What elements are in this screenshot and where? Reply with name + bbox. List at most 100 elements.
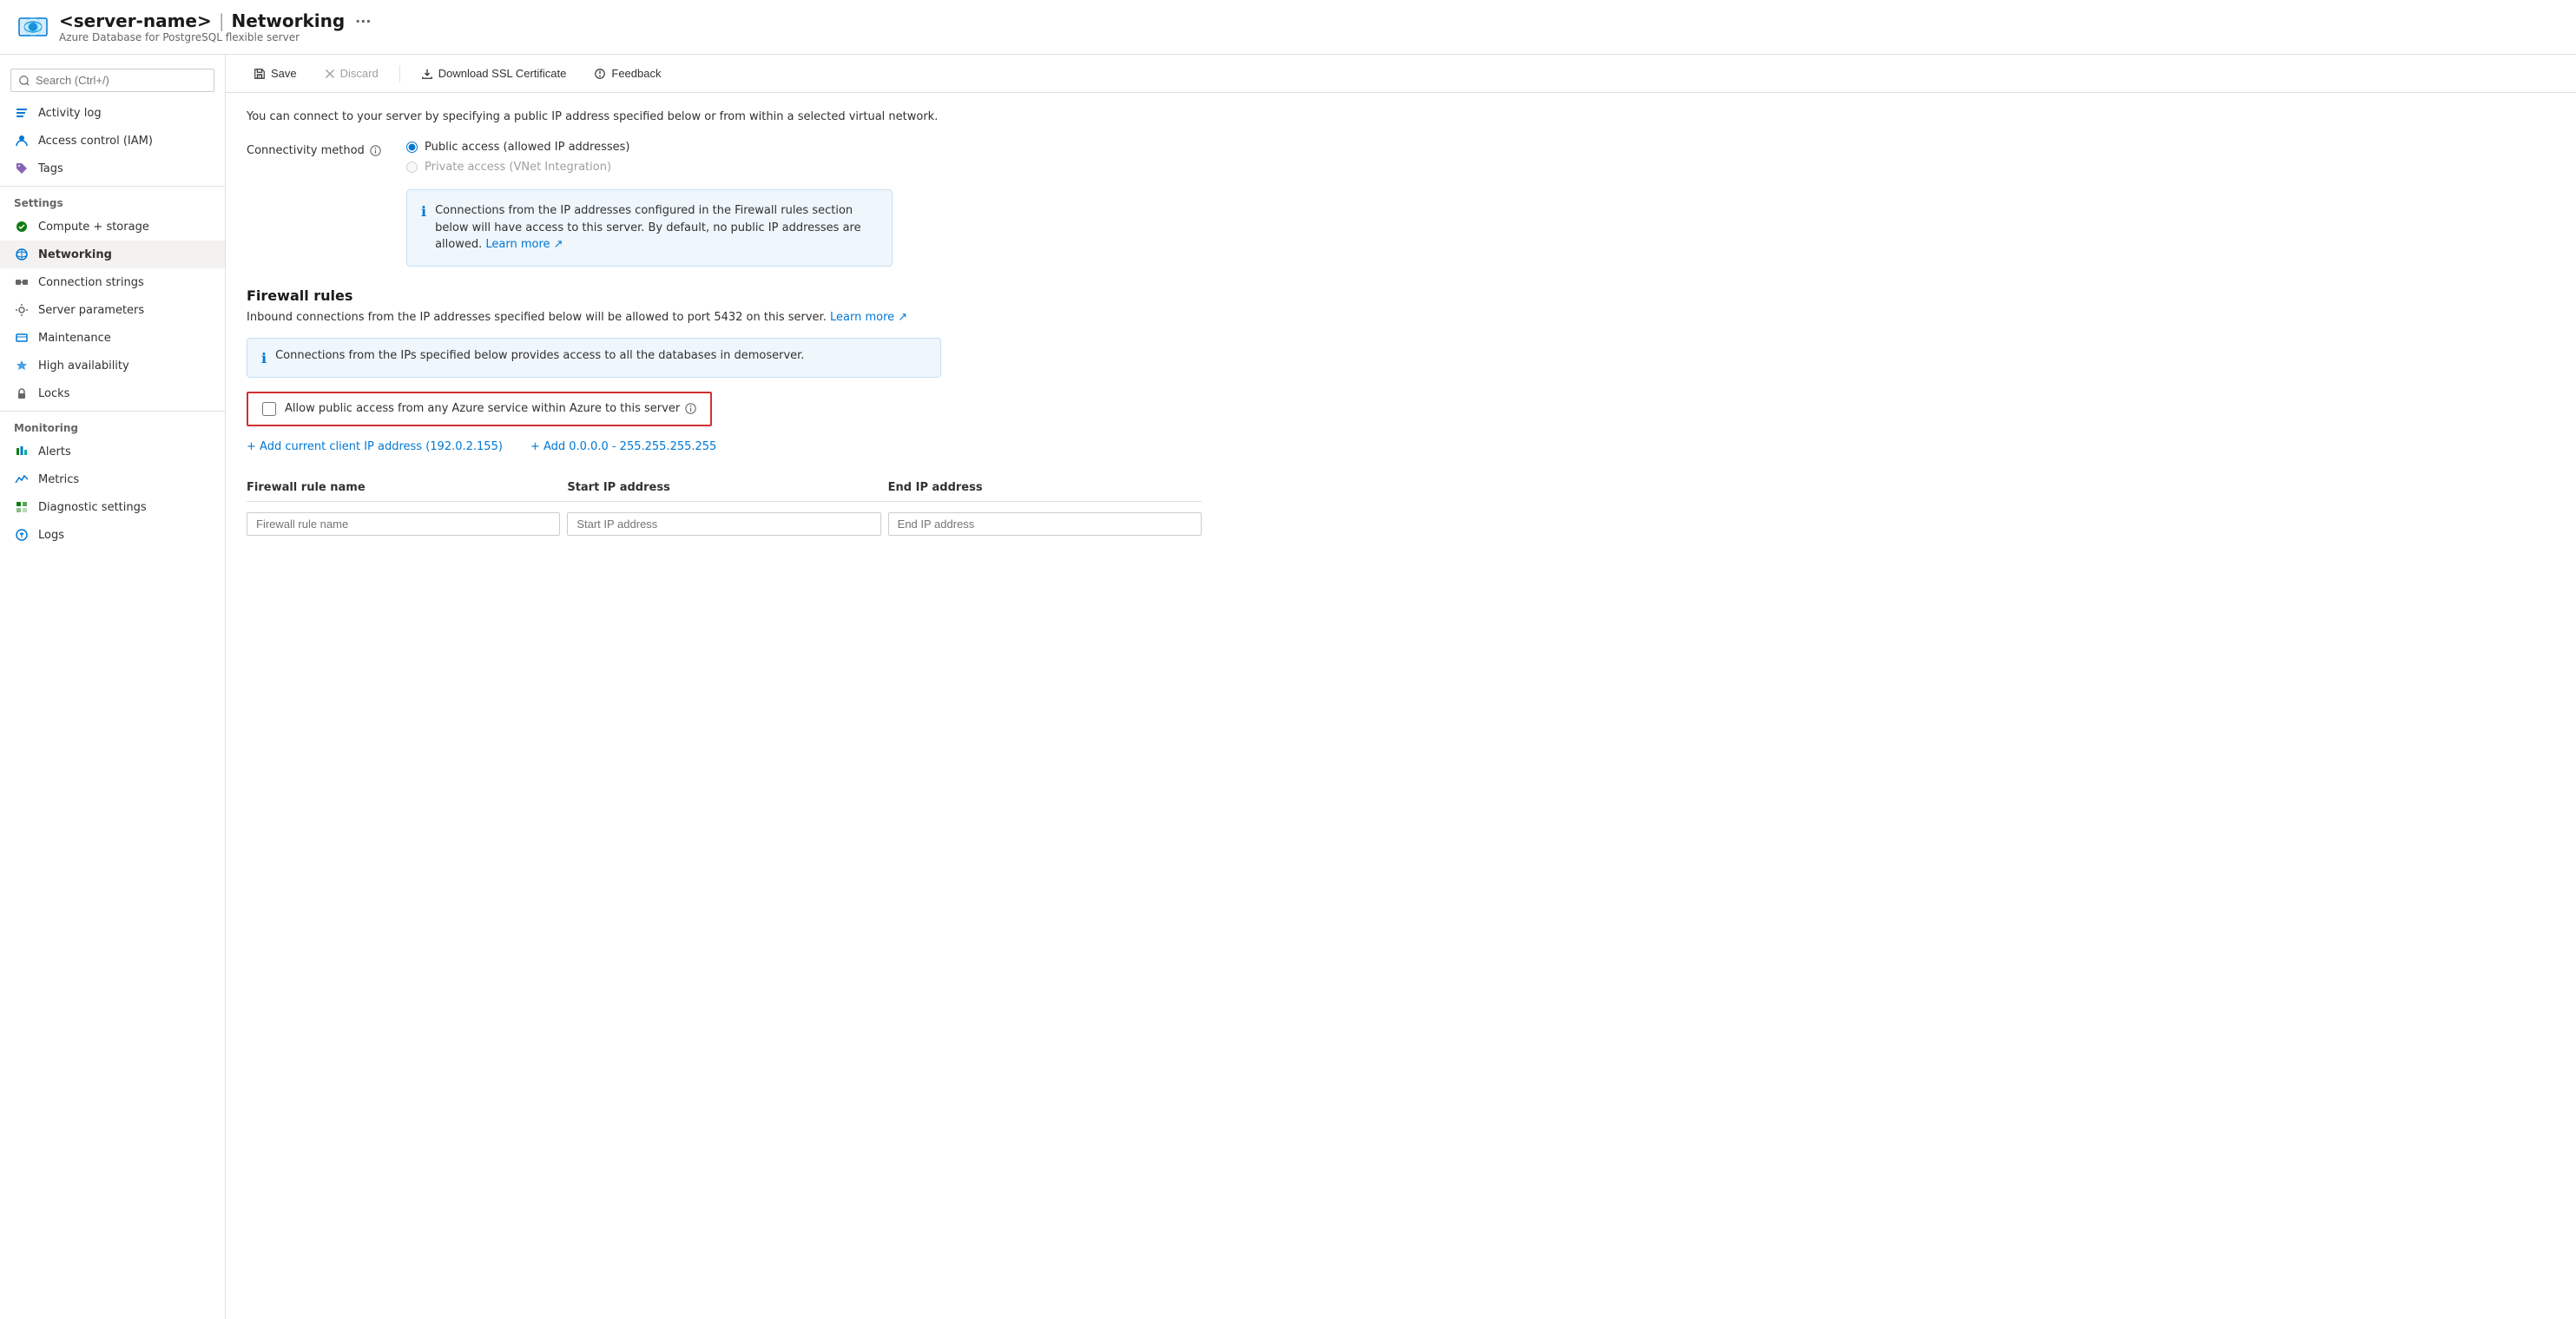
sidebar-item-compute-storage[interactable]: Compute + storage [0, 213, 225, 241]
public-access-option[interactable]: Public access (allowed IP addresses) [406, 141, 893, 154]
info-learn-more-link[interactable]: Learn more ↗ [485, 238, 563, 251]
header-subtitle: Azure Database for PostgreSQL flexible s… [59, 31, 371, 43]
discard-icon [325, 69, 335, 79]
info-icon: ℹ [421, 203, 426, 254]
page-title: <server-name> | Networking ··· [59, 10, 371, 31]
connectivity-label: Connectivity method [247, 141, 385, 157]
sidebar-item-maintenance[interactable]: Maintenance [0, 324, 225, 352]
sidebar-item-metrics[interactable]: Metrics [0, 465, 225, 493]
main-layout: Activity log Access control (IAM) Tags S… [0, 55, 2576, 1319]
save-button[interactable]: Save [247, 63, 304, 83]
sidebar-item-tags[interactable]: Tags [0, 155, 225, 182]
allow-azure-services-container: Allow public access from any Azure servi… [247, 392, 712, 426]
alerts-icon [14, 444, 30, 459]
settings-section-label: Settings [0, 186, 225, 213]
download-ssl-button[interactable]: Download SSL Certificate [414, 63, 574, 83]
firewall-rule-name-input[interactable] [247, 512, 560, 536]
sidebar-item-label: Maintenance [38, 332, 111, 345]
sidebar-item-high-availability[interactable]: High availability [0, 352, 225, 379]
add-links-container: + Add current client IP address (192.0.2… [247, 440, 2555, 453]
intro-text: You can connect to your server by specif… [247, 110, 1028, 123]
diagnostics-icon [14, 499, 30, 515]
sidebar-item-label: Connection strings [38, 276, 144, 289]
col-header-rule-name: Firewall rule name [247, 481, 560, 494]
sidebar-item-label: Logs [38, 529, 64, 542]
connectivity-info-icon [370, 145, 381, 156]
connectivity-info-box: ℹ Connections from the IP addresses conf… [406, 189, 893, 267]
firewall-rules-title: Firewall rules [247, 287, 2555, 304]
sidebar-search-container [0, 62, 225, 99]
maintenance-icon [14, 330, 30, 346]
sidebar-item-label: Tags [38, 162, 63, 175]
header-title-block: <server-name> | Networking ··· Azure Dat… [59, 10, 371, 43]
main-content: Save Discard Download SSL Certificate Fe… [226, 55, 2576, 1319]
firewall-end-ip-input[interactable] [888, 512, 1202, 536]
download-icon [421, 68, 433, 80]
connectivity-options: Public access (allowed IP addresses) Pri… [406, 141, 893, 267]
col-header-end-ip: End IP address [888, 481, 1202, 494]
firewall-info-box: ℹ Connections from the IPs specified bel… [247, 338, 941, 378]
sidebar-item-label: Alerts [38, 445, 71, 458]
sidebar-item-networking[interactable]: Networking [0, 241, 225, 268]
firewall-learn-more-link[interactable]: Learn more ↗ [830, 311, 907, 324]
iam-icon [14, 133, 30, 148]
feedback-icon [594, 68, 606, 80]
save-icon [254, 68, 266, 80]
toolbar-separator [399, 65, 400, 82]
sidebar-item-label: Diagnostic settings [38, 501, 147, 514]
sidebar-item-label: Server parameters [38, 304, 144, 317]
sidebar-item-server-parameters[interactable]: Server parameters [0, 296, 225, 324]
activity-log-icon [14, 105, 30, 121]
add-all-ips-link[interactable]: + Add 0.0.0.0 - 255.255.255.255 [530, 440, 716, 453]
firewall-table-header: Firewall rule name Start IP address End … [247, 474, 1202, 502]
sidebar-item-logs[interactable]: Logs [0, 521, 225, 549]
tags-icon [14, 161, 30, 176]
server-icon [17, 11, 49, 43]
sidebar-item-iam[interactable]: Access control (IAM) [0, 127, 225, 155]
metrics-icon [14, 472, 30, 487]
header-ellipsis[interactable]: ··· [355, 13, 371, 30]
sidebar-item-alerts[interactable]: Alerts [0, 438, 225, 465]
connectivity-section: Connectivity method Public access (allow… [247, 141, 2555, 267]
toolbar: Save Discard Download SSL Certificate Fe… [226, 55, 2576, 93]
page-header: <server-name> | Networking ··· Azure Dat… [0, 0, 2576, 55]
sidebar-item-label: Metrics [38, 473, 79, 486]
compute-icon [14, 219, 30, 234]
checkbox-info-icon [685, 403, 696, 414]
sidebar-item-label: High availability [38, 359, 129, 373]
public-access-radio[interactable] [406, 142, 418, 153]
connection-icon [14, 274, 30, 290]
firewall-info-text: Connections from the IPs specified below… [275, 349, 804, 366]
content-body: You can connect to your server by specif… [226, 93, 2576, 557]
firewall-start-ip-input[interactable] [567, 512, 880, 536]
search-input[interactable] [10, 69, 214, 92]
params-icon [14, 302, 30, 318]
monitoring-section-label: Monitoring [0, 411, 225, 438]
sidebar-item-label: Compute + storage [38, 221, 149, 234]
discard-button[interactable]: Discard [318, 63, 385, 83]
locks-icon [14, 386, 30, 401]
sidebar-item-label: Locks [38, 387, 69, 400]
sidebar-item-label: Activity log [38, 107, 102, 120]
allow-azure-services-checkbox[interactable] [262, 402, 276, 416]
sidebar-item-diagnostic-settings[interactable]: Diagnostic settings [0, 493, 225, 521]
firewall-table: Firewall rule name Start IP address End … [247, 474, 1202, 539]
ha-icon [14, 358, 30, 373]
add-current-ip-link[interactable]: + Add current client IP address (192.0.2… [247, 440, 503, 453]
private-access-radio[interactable] [406, 162, 418, 173]
allow-azure-services-label: Allow public access from any Azure servi… [285, 402, 696, 415]
network-icon [14, 247, 30, 262]
firewall-rules-desc: Inbound connections from the IP addresse… [247, 311, 2555, 324]
sidebar: Activity log Access control (IAM) Tags S… [0, 55, 226, 1319]
sidebar-item-connection-strings[interactable]: Connection strings [0, 268, 225, 296]
firewall-table-row [247, 509, 1202, 539]
sidebar-item-label: Networking [38, 248, 112, 261]
private-access-option[interactable]: Private access (VNet Integration) [406, 161, 893, 174]
firewall-info-icon: ℹ [261, 350, 267, 366]
logs-icon [14, 527, 30, 543]
sidebar-item-label: Access control (IAM) [38, 135, 153, 148]
info-box-text: Connections from the IP addresses config… [435, 202, 878, 254]
sidebar-item-locks[interactable]: Locks [0, 379, 225, 407]
sidebar-item-activity-log[interactable]: Activity log [0, 99, 225, 127]
feedback-button[interactable]: Feedback [587, 63, 668, 83]
